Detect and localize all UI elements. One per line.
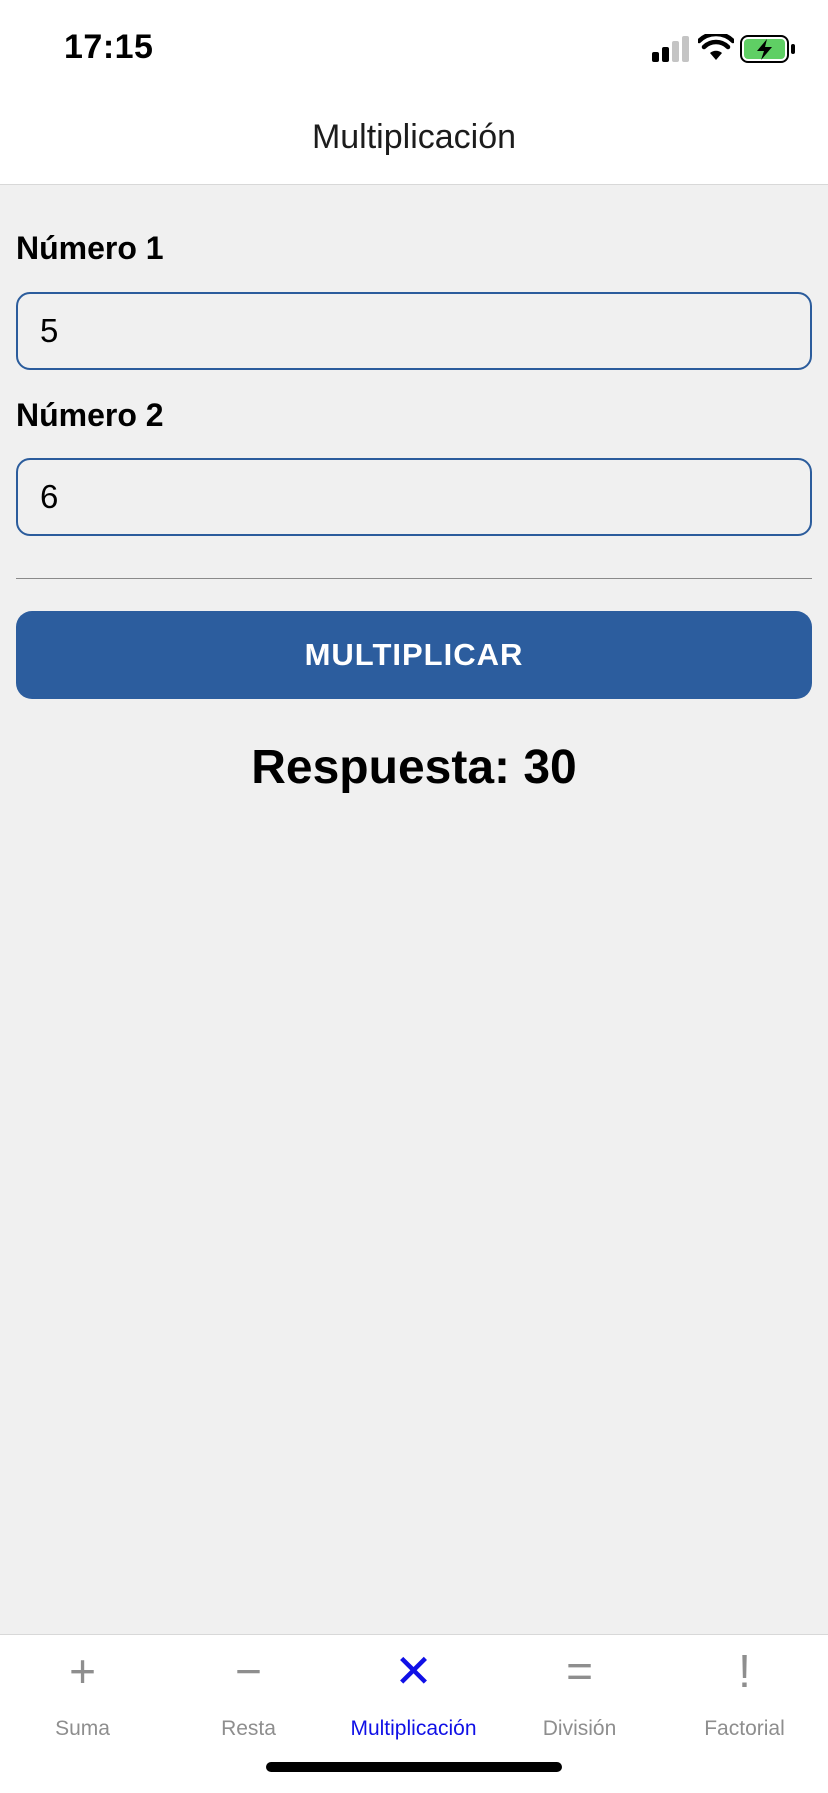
- battery-charging-icon: [740, 35, 795, 63]
- multiply-icon: ✕: [394, 1645, 433, 1697]
- status-time: 17:15: [64, 28, 154, 66]
- numero-1-input[interactable]: [16, 292, 812, 370]
- equals-icon: =: [566, 1645, 593, 1697]
- tab-factorial[interactable]: ! Factorial: [662, 1635, 827, 1745]
- home-indicator: [266, 1762, 562, 1772]
- numero-2-label: Número 2: [16, 397, 164, 433]
- result-text: Respuesta: 30: [251, 741, 577, 794]
- cellular-signal-icon: [652, 36, 689, 62]
- exclamation-icon: !: [738, 1645, 751, 1697]
- plus-icon: +: [69, 1645, 96, 1697]
- tab-label: Suma: [55, 1717, 110, 1740]
- divider: [16, 578, 812, 579]
- tab-label: Factorial: [704, 1717, 785, 1740]
- tab-division[interactable]: = División: [497, 1635, 662, 1745]
- page-title: Multiplicación: [311, 118, 517, 156]
- nav-header: Multiplicación: [0, 96, 828, 185]
- numero-2-input[interactable]: [16, 458, 812, 536]
- status-bar: 17:15: [0, 0, 828, 96]
- numero-1-label: Número 1: [16, 230, 164, 266]
- tab-label: División: [542, 1717, 617, 1740]
- tab-multiplicacion[interactable]: ✕ Multiplicación: [331, 1635, 496, 1745]
- multiply-button[interactable]: MULTIPLICAR: [16, 611, 812, 699]
- tab-suma[interactable]: + Suma: [0, 1635, 165, 1745]
- minus-icon: −: [235, 1645, 262, 1697]
- tab-label: Multiplicación: [350, 1717, 477, 1740]
- wifi-icon: [698, 34, 734, 60]
- tab-label: Resta: [221, 1717, 276, 1740]
- tab-resta[interactable]: − Resta: [166, 1635, 331, 1745]
